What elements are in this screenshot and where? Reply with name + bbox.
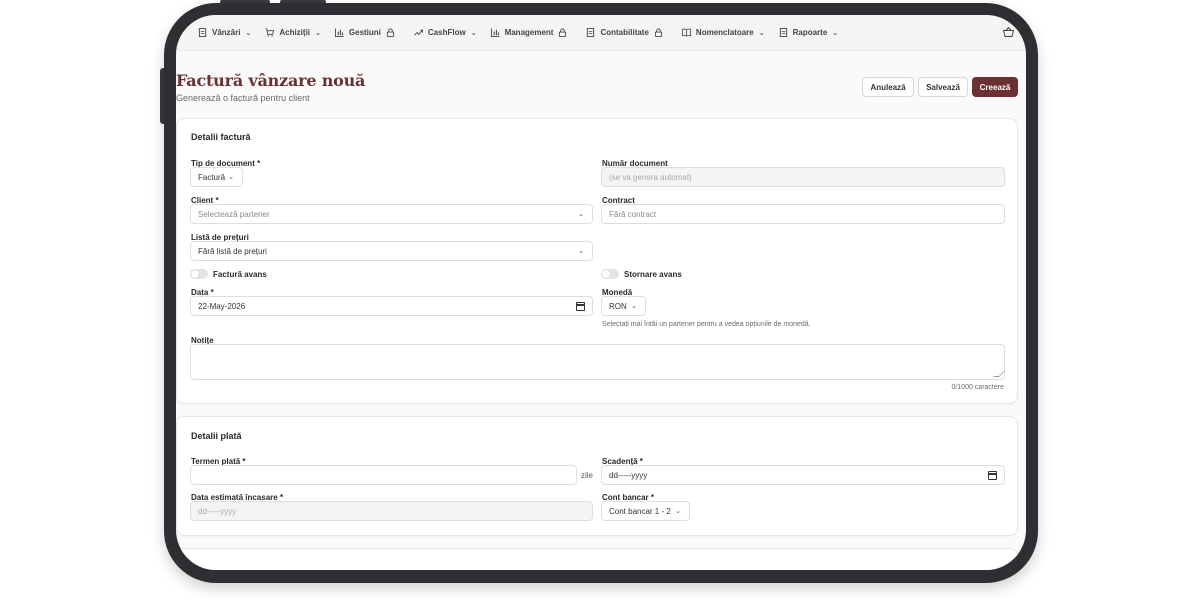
chevron-down-icon: ⌄: [675, 508, 681, 515]
contract-placeholder: Fără contract: [609, 209, 657, 219]
top-navigation: Vânzări ⌄ Achiziții ⌄ Gestiuni CashFlow …: [176, 15, 1026, 51]
estimated-date-placeholder: dd-----yyyy: [198, 506, 237, 516]
nav-label: Management: [504, 28, 554, 37]
nav-label: Vânzări: [212, 28, 241, 37]
estimated-date-input: dd-----yyyy: [190, 501, 593, 521]
chevron-down-icon: ⌄: [832, 29, 839, 37]
advance-reversal-toggle[interactable]: [601, 269, 619, 279]
chevron-down-icon: ⌄: [631, 303, 637, 310]
chevron-down-icon: ⌄: [245, 29, 252, 37]
payment-details-card: Detalii plată Termen plată * zile Scaden…: [176, 416, 1018, 536]
bar-chart-icon: [334, 28, 344, 37]
advance-invoice-label: Factură avans: [213, 270, 267, 279]
trend-icon: [414, 29, 423, 36]
payment-term-input[interactable]: [190, 465, 577, 485]
price-list-select[interactable]: Fără listă de prețuri ⌄: [190, 241, 593, 261]
document-icon: [779, 28, 787, 37]
chevron-down-icon: ⌄: [315, 29, 321, 37]
doc-type-value: Factură: [198, 172, 226, 182]
section-title: Detalii factură: [191, 132, 251, 142]
book-icon: [681, 28, 691, 37]
page-subtitle: Generează o factură pentru client: [176, 93, 310, 103]
basket-icon[interactable]: [1003, 27, 1014, 37]
document-icon: [587, 28, 595, 37]
create-button[interactable]: Creează: [972, 77, 1018, 97]
payment-term-suffix: zile: [581, 471, 594, 480]
cancel-button[interactable]: Anulează: [862, 77, 914, 97]
section-title: Detalii plată: [191, 431, 242, 441]
chevron-down-icon: ⌄: [578, 248, 584, 255]
page-title: Factură vânzare nouă: [176, 71, 366, 90]
invoice-details-card: Detalii factură Tip de document * Factur…: [176, 118, 1018, 404]
doc-number-field: (se va genera automat): [601, 167, 1005, 187]
calendar-icon[interactable]: [988, 471, 997, 480]
calendar-icon[interactable]: [576, 302, 585, 311]
nav-label: CashFlow: [427, 28, 466, 37]
nav-item-vanzari[interactable]: Vânzări ⌄: [198, 28, 251, 37]
nav-item-nomenclatoare[interactable]: Nomenclatoare ⌄: [681, 28, 765, 37]
chevron-down-icon: ⌄: [228, 174, 234, 181]
due-date-input[interactable]: dd-----yyyy: [601, 465, 1005, 485]
date-input[interactable]: 22-May-2026: [190, 296, 593, 316]
resize-handle-icon[interactable]: [993, 371, 1005, 377]
currency-select[interactable]: RON ⌄: [601, 296, 646, 316]
bank-account-select[interactable]: Cont bancar 1 - 2 ⌄: [601, 501, 690, 521]
nav-label: Rapoarte: [792, 28, 828, 37]
currency-hint: Selectați mai întâi un partener pentru a…: [602, 321, 811, 328]
client-select[interactable]: Selectează partener ⌄: [190, 204, 593, 224]
nav-item-achizitii[interactable]: Achiziții ⌄: [265, 28, 321, 37]
chevron-down-icon: ⌄: [758, 29, 765, 37]
nav-label: Achiziții: [279, 28, 311, 37]
app-screen: Vânzări ⌄ Achiziții ⌄ Gestiuni CashFlow …: [176, 15, 1026, 570]
lock-icon: [654, 28, 663, 37]
date-value: 22-May-2026: [198, 301, 246, 311]
advance-invoice-toggle[interactable]: [190, 269, 208, 279]
chevron-down-icon: ⌄: [578, 211, 584, 218]
nav-label: Gestiuni: [348, 28, 381, 37]
document-icon: [198, 28, 207, 37]
nav-item-gestiuni[interactable]: Gestiuni: [334, 28, 400, 37]
currency-value: RON: [609, 301, 627, 311]
client-placeholder: Selectează partener: [198, 209, 270, 219]
save-button[interactable]: Salvează: [918, 77, 968, 97]
contract-select[interactable]: Fără contract: [601, 204, 1005, 224]
nav-item-management[interactable]: Management: [490, 28, 573, 37]
nav-item-rapoarte[interactable]: Rapoarte ⌄: [779, 28, 839, 37]
nav-label: Nomenclatoare: [695, 28, 754, 37]
chevron-down-icon: ⌄: [470, 29, 477, 37]
bar-chart-icon: [490, 28, 500, 37]
lock-icon: [559, 28, 567, 37]
next-section-card: [176, 548, 1018, 570]
notes-counter: 0/1000 caractere: [951, 384, 1004, 391]
cart-icon: [265, 28, 275, 37]
price-list-value: Fără listă de prețuri: [198, 246, 267, 256]
notes-textarea[interactable]: [190, 344, 1005, 380]
due-date-placeholder: dd-----yyyy: [609, 470, 648, 480]
nav-item-cashflow[interactable]: CashFlow ⌄: [414, 28, 477, 37]
nav-item-contabilitate[interactable]: Contabilitate: [586, 28, 667, 37]
advance-reversal-label: Stornare avans: [624, 270, 682, 279]
nav-label: Contabilitate: [600, 28, 649, 37]
lock-icon: [386, 28, 395, 37]
doc-number-placeholder: (se va genera automat): [609, 172, 692, 182]
bank-account-value: Cont bancar 1 - 2: [609, 506, 671, 516]
doc-type-select[interactable]: Factură ⌄: [190, 167, 243, 187]
